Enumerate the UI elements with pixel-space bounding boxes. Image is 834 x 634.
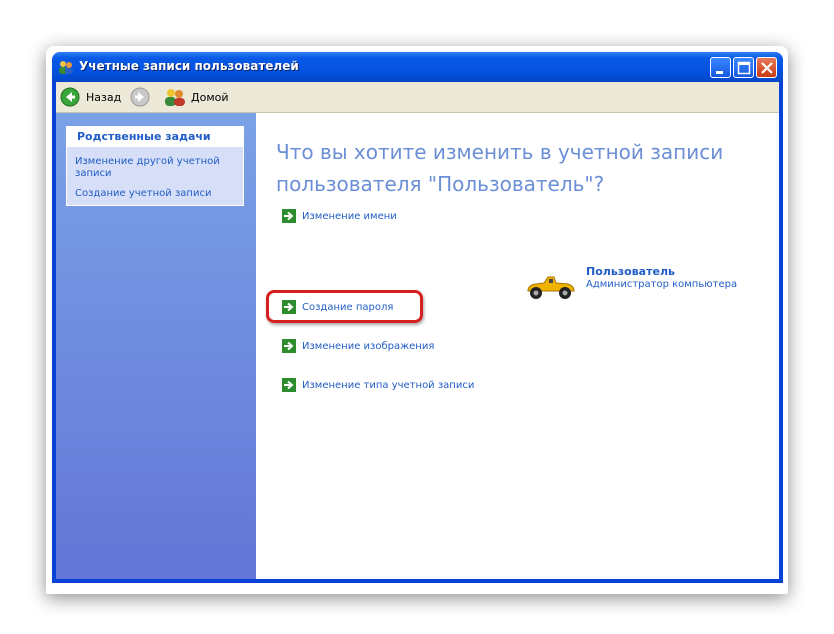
action-create-password[interactable]: Создание пароля [282, 299, 393, 315]
green-arrow-icon [282, 300, 296, 314]
action-change-picture[interactable]: Изменение изображения [282, 338, 434, 354]
green-arrow-icon [282, 209, 296, 223]
link-change-other-account[interactable]: Изменение другой учетной записи [75, 156, 235, 180]
action-label: Создание пароля [302, 301, 394, 313]
back-arrow-icon [60, 87, 80, 107]
minimize-icon [716, 71, 723, 74]
action-label: Изменение имени [302, 210, 397, 222]
action-change-account-type[interactable]: Изменение типа учетной записи [282, 377, 474, 393]
user-role: Администратор компьютера [586, 279, 738, 290]
link-create-account[interactable]: Создание учетной записи [75, 188, 235, 200]
related-tasks-heading: Родственные задачи [67, 127, 243, 147]
maximize-button[interactable] [733, 57, 754, 78]
users-home-icon [165, 89, 185, 106]
page-headline: Что вы хотите изменить в учетной записи … [276, 140, 724, 196]
action-change-name[interactable]: Изменение имени [282, 208, 397, 224]
close-icon [761, 62, 773, 74]
close-button[interactable] [756, 57, 777, 78]
sidebar: Родственные задачи Изменение другой учет… [56, 113, 256, 579]
user-name: Пользователь [586, 265, 675, 278]
action-label: Изменение типа учетной записи [302, 379, 475, 391]
toolbar: Назад Домой [56, 82, 779, 113]
back-button[interactable]: Назад [60, 86, 121, 108]
forward-arrow-icon [130, 87, 150, 107]
green-arrow-icon [282, 378, 296, 392]
home-label: Домой [191, 90, 229, 104]
title-bar[interactable]: Учетные записи пользователей [52, 52, 783, 82]
window-title: Учетные записи пользователей [79, 59, 299, 73]
user-picture-racecar-icon [527, 276, 575, 299]
home-button[interactable]: Домой [164, 86, 229, 108]
main-content: Что вы хотите изменить в учетной записи … [256, 113, 779, 579]
user-accounts-window: Учетные записи пользователей Назад Домой… [52, 52, 783, 583]
minimize-button[interactable] [710, 57, 731, 78]
window-bottom-border [52, 579, 783, 583]
maximize-icon [737, 61, 751, 75]
action-label: Изменение изображения [302, 340, 435, 352]
back-label: Назад [86, 90, 122, 104]
users-icon [59, 61, 73, 74]
green-arrow-icon [282, 339, 296, 353]
related-tasks-panel: Родственные задачи Изменение другой учет… [66, 126, 244, 206]
forward-button[interactable] [130, 86, 150, 108]
